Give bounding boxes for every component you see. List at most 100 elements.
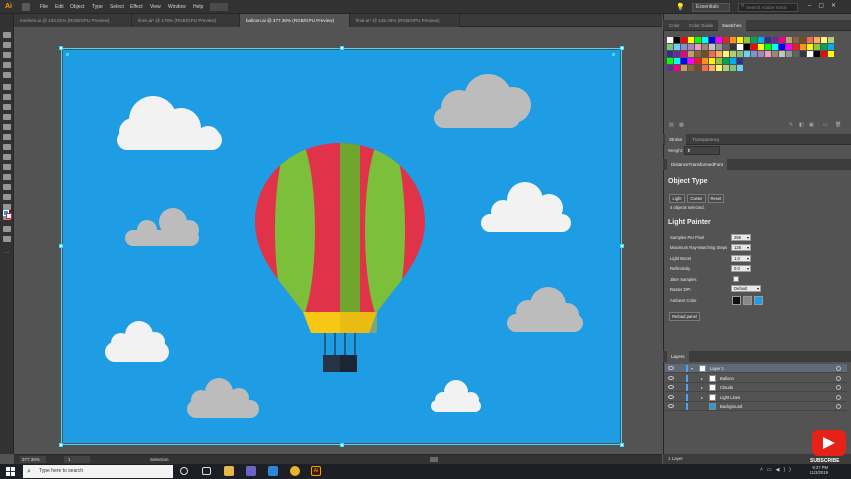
horizontal-scrollbar[interactable] — [430, 457, 438, 462]
color-swatch[interactable] — [702, 58, 708, 64]
tab-meshes[interactable]: meshes.ai @ 233.81% (RGB/GPU Preview) — [14, 14, 132, 27]
rectangle-tool-icon[interactable] — [3, 104, 11, 110]
rotate-tool-icon[interactable] — [3, 144, 11, 150]
color-swatch[interactable] — [751, 37, 757, 43]
resize-handle[interactable] — [620, 443, 624, 447]
visibility-eye-icon[interactable] — [668, 385, 674, 389]
visual-studio-icon[interactable] — [246, 466, 256, 476]
current-tool-status[interactable]: Selection — [150, 457, 169, 462]
color-swatch[interactable] — [716, 37, 722, 43]
layer-row[interactable]: ▸ Clouds — [665, 383, 847, 392]
color-swatch[interactable] — [681, 65, 687, 71]
resize-handle[interactable] — [620, 244, 624, 248]
color-swatch[interactable] — [688, 51, 694, 57]
subscribe-label[interactable]: SUBSCRIBE — [810, 458, 839, 464]
jitter-checkbox[interactable] — [733, 276, 739, 282]
color-swatch[interactable] — [786, 44, 792, 50]
color-swatch[interactable] — [681, 58, 687, 64]
color-swatch[interactable] — [702, 44, 708, 50]
layer-name[interactable]: Background — [720, 402, 742, 411]
color-swatch[interactable] — [702, 37, 708, 43]
free-transform-tool-icon[interactable] — [3, 174, 11, 180]
color-swatch[interactable] — [751, 51, 757, 57]
pencil-tool-icon[interactable] — [3, 124, 11, 130]
color-swatch[interactable] — [667, 37, 673, 43]
color-swatch[interactable] — [709, 51, 715, 57]
color-swatch[interactable] — [751, 44, 757, 50]
color-swatch[interactable] — [814, 51, 820, 57]
color-swatch[interactable] — [702, 51, 708, 57]
raster-dpi-select[interactable]: Default — [731, 285, 761, 292]
tab-swatches[interactable]: Swatches — [718, 20, 746, 31]
menu-view[interactable]: View — [150, 4, 161, 10]
tab-stroke[interactable]: Stroke — [665, 134, 687, 145]
color-swatch[interactable] — [709, 58, 715, 64]
stroke-weight-input[interactable]: ⬍ — [684, 146, 720, 155]
more-tools-icon[interactable]: ··· — [4, 250, 9, 256]
color-swatch[interactable] — [695, 58, 701, 64]
color-swatch[interactable] — [681, 37, 687, 43]
color-swatch[interactable] — [793, 44, 799, 50]
color-swatch[interactable] — [779, 44, 785, 50]
color-swatch[interactable] — [716, 44, 722, 50]
layer-name[interactable]: Balloon — [720, 374, 734, 383]
color-swatch[interactable] — [723, 44, 729, 50]
color-swatch[interactable] — [688, 37, 694, 43]
reset-button[interactable]: Reset — [708, 194, 724, 203]
color-swatch[interactable] — [723, 37, 729, 43]
color-swatch[interactable] — [828, 44, 834, 50]
color-swatch[interactable] — [793, 51, 799, 57]
chevron-right-icon[interactable]: ▸ — [701, 374, 703, 383]
color-swatch[interactable] — [667, 44, 673, 50]
color-swatch[interactable] — [821, 37, 827, 43]
artboard[interactable] — [63, 50, 620, 443]
color-swatch[interactable] — [758, 37, 764, 43]
drawing-mode-icon[interactable] — [3, 226, 11, 232]
file-explorer-icon[interactable] — [224, 466, 234, 476]
color-swatch[interactable] — [702, 65, 708, 71]
menu-type[interactable]: Type — [92, 4, 103, 10]
color-swatch[interactable] — [667, 65, 673, 71]
target-circle-icon[interactable] — [836, 404, 841, 409]
light-boost-select[interactable]: 1.0 — [731, 255, 751, 262]
color-swatch[interactable] — [744, 44, 750, 50]
ambient-color-swatch[interactable] — [754, 296, 763, 305]
target-circle-icon[interactable] — [836, 385, 841, 390]
light-button[interactable]: Light — [669, 194, 685, 203]
color-swatch[interactable] — [730, 51, 736, 57]
type-tool-icon[interactable] — [3, 84, 11, 90]
gradient-tool-icon[interactable] — [3, 194, 11, 200]
layer-name[interactable]: Layer 1 — [710, 364, 724, 373]
tab-layers[interactable]: Layers — [667, 351, 689, 362]
resize-handle[interactable] — [340, 443, 344, 447]
color-swatch[interactable] — [814, 37, 820, 43]
lightbulb-icon[interactable]: 💡 — [676, 3, 685, 11]
color-swatch[interactable] — [688, 65, 694, 71]
pen-tool-icon[interactable] — [3, 62, 11, 68]
color-swatch[interactable] — [737, 65, 743, 71]
color-swatch[interactable] — [730, 44, 736, 50]
menu-edit[interactable]: Edit — [55, 4, 64, 10]
color-swatch[interactable] — [709, 44, 715, 50]
color-swatch[interactable] — [709, 37, 715, 43]
color-swatch[interactable] — [695, 37, 701, 43]
swatch-panel-actions[interactable]: ▤ ▦ ✎ ◧ ▣ ▭ 🗑 — [667, 122, 847, 130]
color-swatch[interactable] — [821, 44, 827, 50]
direct-selection-tool-icon[interactable] — [3, 42, 11, 48]
color-swatch[interactable] — [765, 51, 771, 57]
chevron-down-icon[interactable]: ▾ — [691, 364, 693, 373]
window-controls[interactable]: –▢✕ — [808, 2, 848, 12]
magic-wand-tool-icon[interactable] — [3, 52, 11, 58]
color-swatch[interactable] — [772, 44, 778, 50]
layer-row[interactable]: ▾ Layer 1 — [665, 364, 847, 373]
reload-panel-button[interactable]: Reload panel — [669, 312, 700, 321]
layer-row[interactable]: ▸ Balloon — [665, 374, 847, 383]
layer-row[interactable]: Background — [665, 402, 847, 411]
raymarch-select[interactable]: 128 — [731, 244, 751, 251]
color-swatch[interactable] — [688, 58, 694, 64]
zoom-level-field[interactable]: 377.36% — [20, 456, 46, 463]
menu-effect[interactable]: Effect — [130, 4, 143, 10]
color-swatch[interactable] — [779, 51, 785, 57]
color-swatch[interactable] — [681, 51, 687, 57]
color-swatch[interactable] — [758, 44, 764, 50]
